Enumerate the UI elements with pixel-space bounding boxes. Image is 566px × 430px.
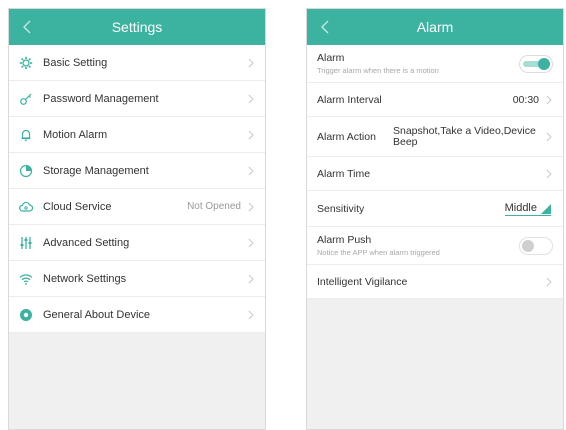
settings-item-label: General About Device [43, 308, 151, 321]
settings-item-label: Advanced Setting [43, 236, 130, 249]
toggle-knob [522, 239, 534, 252]
back-icon[interactable] [317, 18, 335, 36]
gear-icon [19, 56, 33, 69]
settings-item-label: Network Settings [43, 272, 127, 285]
settings-item-network[interactable]: Network Settings [9, 261, 265, 297]
alarm-interval-label: Alarm Interval [317, 93, 382, 106]
settings-item-label: Motion Alarm [43, 128, 108, 141]
settings-item-advanced[interactable]: Advanced Setting [9, 225, 265, 261]
page-title: Settings [111, 19, 163, 35]
chevron-right-icon [248, 274, 254, 283]
dropdown-triangle-icon [541, 203, 551, 214]
alarm-push-description: Notice the APP when alarm triggered [317, 248, 440, 257]
settings-item-cloud[interactable]: Cloud Service Not Opened [9, 189, 265, 225]
settings-item-label: Basic Setting [43, 56, 108, 69]
chevron-right-icon [248, 238, 254, 247]
toggle-knob [538, 57, 550, 70]
alarm-label: Alarm [317, 52, 345, 64]
chevron-right-icon [248, 166, 254, 175]
settings-item-password[interactable]: Password Management [9, 81, 265, 117]
intelligent-vigilance-label: Intelligent Vigilance [317, 275, 408, 288]
info-gear-icon [20, 308, 32, 321]
settings-header: Settings [9, 9, 265, 45]
sensitivity-select[interactable]: Middle [504, 201, 551, 216]
settings-item-motion-alarm[interactable]: Motion Alarm [9, 117, 265, 153]
key-icon [20, 93, 32, 105]
settings-item-general-about[interactable]: General About Device [9, 297, 265, 333]
alarm-list: Alarm Trigger alarm when there is a moti… [307, 45, 563, 299]
chevron-right-icon [546, 132, 552, 141]
settings-item-basic[interactable]: Basic Setting [9, 45, 265, 81]
alarm-action-value: Snapshot,Take a Video,Device Beep [393, 124, 536, 148]
chevron-right-icon [248, 58, 254, 67]
chevron-right-icon [248, 310, 254, 319]
alarm-action-row[interactable]: Alarm Action Snapshot,Take a Video,Devic… [307, 117, 563, 157]
chevron-right-icon [248, 94, 254, 103]
alarm-action-label: Alarm Action [317, 130, 376, 143]
alarm-time-label: Alarm Time [317, 167, 371, 180]
alarm-interval-value: 00:30 [512, 93, 539, 106]
sensitivity-row: Sensitivity Middle [307, 191, 563, 227]
cloud-status: Not Opened [187, 201, 241, 212]
intelligent-vigilance-row[interactable]: Intelligent Vigilance [307, 265, 563, 299]
settings-list: Basic Setting Password Management Motion… [9, 45, 265, 333]
settings-item-label: Password Management [43, 92, 159, 105]
alarm-interval-row[interactable]: Alarm Interval 00:30 [307, 83, 563, 117]
sliders-icon [20, 236, 32, 249]
cloud-icon [19, 201, 33, 212]
alarm-description: Trigger alarm when there is a motion [317, 66, 439, 75]
storage-icon [19, 164, 33, 177]
sensitivity-label: Sensitivity [317, 202, 365, 215]
settings-item-storage[interactable]: Storage Management [9, 153, 265, 189]
alarm-push-label: Alarm Push [317, 234, 372, 246]
alarm-screen: Alarm Alarm Trigger alarm when there is … [306, 8, 564, 430]
alarm-header: Alarm [307, 9, 563, 45]
chevron-right-icon [546, 95, 552, 104]
settings-screen: Settings Basic Setting Password Manageme… [8, 8, 266, 430]
alarm-push-row: Alarm Push Notice the APP when alarm tri… [307, 227, 563, 265]
chevron-right-icon [248, 202, 254, 211]
wifi-icon [19, 273, 33, 285]
chevron-right-icon [248, 130, 254, 139]
alarm-time-row[interactable]: Alarm Time [307, 157, 563, 191]
alarm-toggle[interactable] [519, 54, 553, 73]
back-icon[interactable] [19, 18, 37, 36]
settings-item-label: Storage Management [43, 164, 149, 177]
sensitivity-value: Middle [504, 201, 537, 214]
settings-item-label: Cloud Service [43, 200, 112, 213]
page-title: Alarm [416, 19, 454, 35]
chevron-right-icon [546, 277, 552, 286]
alarm-toggle-row: Alarm Trigger alarm when there is a moti… [307, 45, 563, 83]
alarm-push-toggle[interactable] [519, 236, 553, 255]
bell-icon [21, 129, 31, 141]
chevron-right-icon [546, 169, 552, 178]
